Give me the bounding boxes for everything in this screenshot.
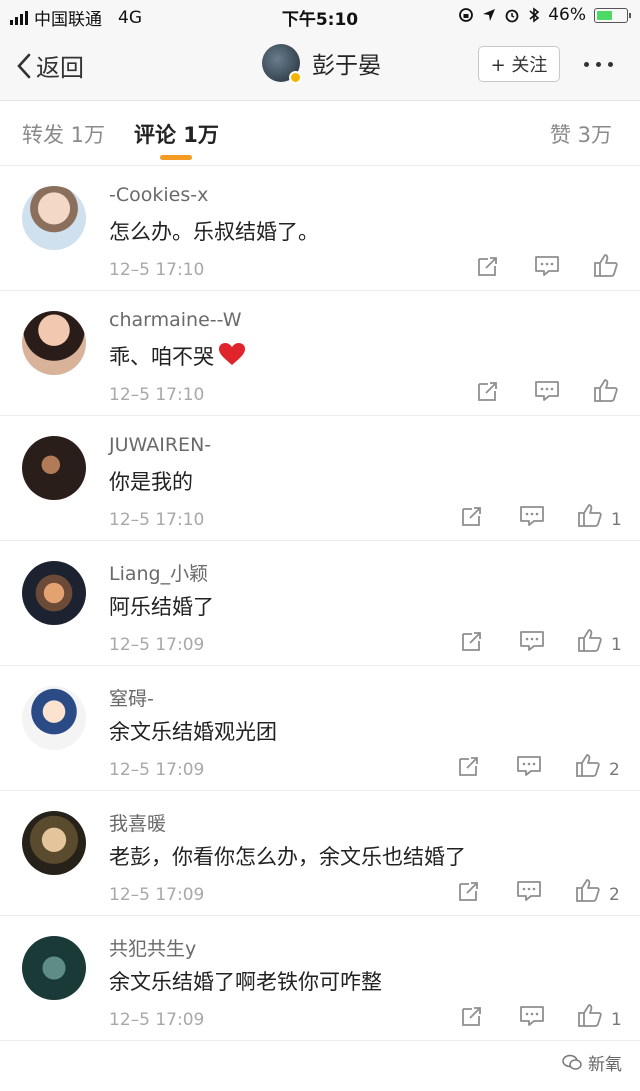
- reply-icon[interactable]: [534, 379, 560, 407]
- avatar[interactable]: [22, 561, 86, 625]
- reply-icon[interactable]: [519, 629, 545, 657]
- comment-time: 12–5 17:10: [109, 260, 205, 280]
- tab-repost[interactable]: 转发 1万: [22, 119, 105, 149]
- comment-text-body: 乖、咱不哭: [109, 345, 214, 369]
- like-count: 1: [611, 1010, 622, 1030]
- avatar[interactable]: [22, 186, 86, 250]
- avatar[interactable]: [22, 311, 86, 375]
- share-icon[interactable]: [460, 504, 484, 532]
- comment-item[interactable]: -Cookies-x 怎么办。乐叔结婚了。 12–5 17:10: [0, 166, 640, 291]
- like-icon[interactable]: [577, 627, 603, 657]
- back-button[interactable]: 返回: [16, 48, 84, 83]
- comment-username[interactable]: 共犯共生y: [109, 934, 196, 961]
- avatar: [262, 44, 302, 84]
- comment-time: 12–5 17:09: [109, 1010, 205, 1030]
- comment-text: 怎么办。乐叔结婚了。: [109, 216, 319, 246]
- back-label: 返回: [36, 54, 84, 82]
- tab-comment[interactable]: 评论 1万: [134, 119, 219, 149]
- like-count: 1: [611, 635, 622, 655]
- like-count: 2: [609, 885, 620, 905]
- watermark-label: 新氧: [588, 1055, 622, 1075]
- comment-item[interactable]: 窒碍- 余文乐结婚观光团 12–5 17:09 2: [0, 666, 640, 791]
- alarm-icon: [505, 9, 519, 23]
- comment-username[interactable]: 我喜暖: [109, 809, 166, 836]
- comment-text: 你是我的: [109, 466, 193, 496]
- status-bar: 中国联通 4G 下午5:10 46%: [0, 0, 640, 32]
- battery-percent: 46%: [548, 5, 586, 25]
- comment-text: 余文乐结婚观光团: [109, 716, 277, 746]
- avatar[interactable]: [22, 436, 86, 500]
- comment-item[interactable]: charmaine--W 乖、咱不哭 12–5 17:10: [0, 291, 640, 416]
- comment-text: 余文乐结婚了啊老铁你可咋整: [109, 966, 382, 996]
- active-tab-indicator: [160, 155, 192, 160]
- like-icon[interactable]: [575, 752, 601, 782]
- share-icon[interactable]: [476, 254, 500, 282]
- comment-time: 12–5 17:09: [109, 635, 205, 655]
- bluetooth-icon: [529, 7, 540, 23]
- comment-username[interactable]: Liang_小颖: [109, 559, 208, 586]
- profile-title[interactable]: 彭于晏: [262, 44, 381, 84]
- share-icon[interactable]: [457, 754, 481, 782]
- comment-item[interactable]: JUWAIREN- 你是我的 12–5 17:10 1: [0, 416, 640, 541]
- tab-bar: 转发 1万 评论 1万 赞 3万: [0, 101, 640, 166]
- wechat-icon: [562, 1054, 582, 1070]
- like-icon[interactable]: [577, 1002, 603, 1032]
- comment-text: 阿乐结婚了: [109, 591, 214, 621]
- comment-time: 12–5 17:10: [109, 385, 205, 405]
- comment-time: 12–5 17:10: [109, 510, 205, 530]
- verified-badge-icon: [289, 71, 302, 84]
- comment-text-body: 老彭，你看你怎么办，余文乐也结婚了: [109, 845, 466, 869]
- comment-username[interactable]: 窒碍-: [109, 684, 154, 711]
- comment-username[interactable]: JUWAIREN-: [109, 434, 211, 456]
- comment-time: 12–5 17:09: [109, 760, 205, 780]
- share-icon[interactable]: [457, 879, 481, 907]
- nav-bar: 返回 彭于晏 + 关注: [0, 32, 640, 101]
- like-count: 2: [609, 760, 620, 780]
- comment-username[interactable]: charmaine--W: [109, 309, 242, 331]
- like-icon[interactable]: [593, 377, 619, 407]
- more-menu-icon[interactable]: [584, 62, 613, 67]
- reply-icon[interactable]: [534, 254, 560, 282]
- reply-icon[interactable]: [516, 879, 542, 907]
- comment-text: 乖、咱不哭: [109, 341, 246, 371]
- comment-text-body: 余文乐结婚观光团: [109, 720, 277, 744]
- battery-icon: [594, 7, 631, 23]
- follow-button[interactable]: + 关注: [478, 46, 560, 82]
- reply-icon[interactable]: [519, 504, 545, 532]
- comment-time: 12–5 17:09: [109, 885, 205, 905]
- comment-username[interactable]: -Cookies-x: [109, 184, 208, 206]
- avatar[interactable]: [22, 936, 86, 1000]
- like-icon[interactable]: [577, 502, 603, 532]
- comment-item[interactable]: 我喜暖老彭，你看你怎么办，余文乐也结婚了 12–5 17:09 2: [0, 791, 640, 916]
- chevron-left-icon: [17, 53, 31, 78]
- share-icon[interactable]: [460, 629, 484, 657]
- comment-text-body: 余文乐结婚了啊老铁你可咋整: [109, 970, 382, 994]
- comment-text-body: 怎么办。乐叔结婚了。: [109, 220, 319, 244]
- reply-icon[interactable]: [516, 754, 542, 782]
- tab-like[interactable]: 赞 3万: [550, 119, 612, 149]
- like-count: 1: [611, 510, 622, 530]
- like-icon[interactable]: [575, 877, 601, 907]
- comment-text-body: 阿乐结婚了: [109, 595, 214, 619]
- avatar[interactable]: [22, 811, 86, 875]
- share-icon[interactable]: [476, 379, 500, 407]
- comment-list: -Cookies-x 怎么办。乐叔结婚了。 12–5 17:10 charmaine-…: [0, 166, 640, 1041]
- comment-text: 老彭，你看你怎么办，余文乐也结婚了: [109, 841, 466, 871]
- location-icon: [483, 9, 496, 21]
- rotation-lock-icon: [459, 8, 474, 22]
- page-title: 彭于晏: [312, 53, 381, 79]
- share-icon[interactable]: [460, 1004, 484, 1032]
- comment-text-body: 你是我的: [109, 470, 193, 494]
- reply-icon[interactable]: [519, 1004, 545, 1032]
- comment-item[interactable]: 共犯共生y 余文乐结婚了啊老铁你可咋整 12–5 17:09 1: [0, 916, 640, 1041]
- watermark: 新氧: [562, 1050, 622, 1075]
- avatar[interactable]: [22, 686, 86, 750]
- heart-icon: [218, 342, 246, 371]
- comment-item[interactable]: Liang_小颖 阿乐结婚了 12–5 17:09 1: [0, 541, 640, 666]
- like-icon[interactable]: [593, 252, 619, 282]
